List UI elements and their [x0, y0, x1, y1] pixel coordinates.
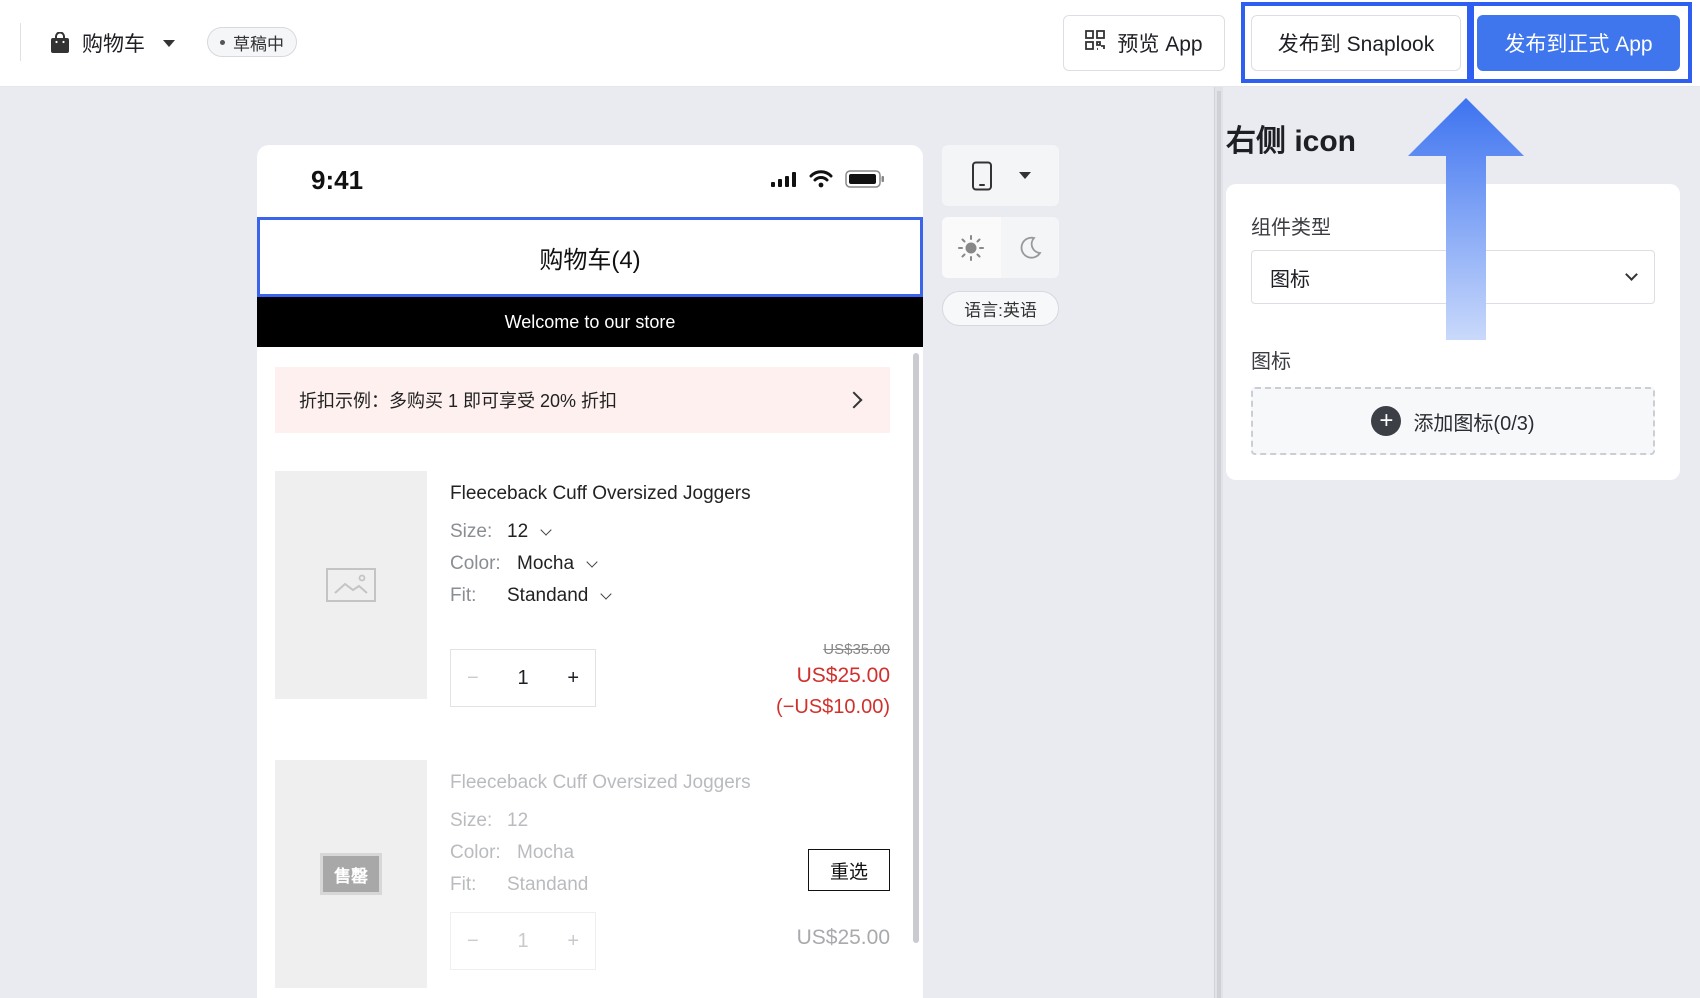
quantity-value: 1	[517, 666, 529, 689]
reselect-button[interactable]: 重选	[808, 849, 890, 891]
fit-label: Fit:	[450, 585, 477, 606]
cart-title: 购物车(4)	[539, 246, 641, 274]
saving-amount: (−US$10.00)	[776, 696, 890, 718]
panel-splitter[interactable]	[1214, 87, 1223, 998]
increase-button: +	[567, 929, 579, 952]
plus-circle-icon: +	[1371, 406, 1402, 436]
announcement-bar: Welcome to our store	[257, 297, 923, 347]
battery-icon	[845, 170, 884, 188]
caret-down-icon	[163, 39, 175, 47]
chevron-right-icon	[845, 391, 863, 409]
image-placeholder-icon	[326, 568, 376, 602]
preview-app-label: 预览 App	[1117, 33, 1203, 56]
original-price: US$35.00	[823, 641, 890, 658]
announcement-text: Welcome to our store	[504, 311, 676, 332]
wifi-icon	[809, 170, 833, 188]
cart-item: 售罄 Fleeceback Cuff Oversized Joggers Siz…	[275, 760, 890, 998]
page-name: 购物车	[82, 33, 145, 56]
fit-value: Standand	[507, 585, 589, 606]
chevron-down-icon	[586, 556, 598, 568]
color-info: Color: Mocha	[450, 842, 574, 864]
header-divider	[20, 23, 21, 61]
fit-label: Fit:	[450, 874, 477, 895]
price: US$25.00	[796, 926, 890, 949]
cart-scroll-area[interactable]: 折扣示例：多购买 1 即可享受 20% 折扣 Fleeceback Cuff O…	[257, 347, 923, 998]
quantity-stepper: − 1 +	[450, 912, 596, 970]
phone-preview: 9:41 购物车(4) Welcome to our store 折扣示例：多购…	[257, 145, 923, 998]
qr-code-icon	[1085, 30, 1106, 56]
status-text: 草稿中	[233, 34, 284, 54]
product-image-placeholder[interactable]: 售罄	[275, 760, 427, 988]
cart-nav-bar[interactable]: 购物车(4)	[257, 217, 923, 297]
cart-item: Fleeceback Cuff Oversized Joggers Size: …	[275, 471, 890, 718]
product-title[interactable]: Fleeceback Cuff Oversized Joggers	[450, 772, 751, 794]
size-label: Size:	[450, 521, 493, 542]
add-icon-button[interactable]: + 添加图标(0/3)	[1251, 387, 1655, 455]
add-icon-label: 添加图标(0/3)	[1413, 412, 1535, 435]
color-value: Mocha	[517, 842, 575, 863]
reselect-label: 重选	[829, 861, 868, 883]
quantity-stepper[interactable]: − 1 +	[450, 649, 596, 707]
color-selector[interactable]: Color: Mocha	[450, 553, 598, 575]
color-label: Color:	[450, 842, 501, 863]
sold-out-badge: 售罄	[320, 853, 382, 895]
icon-field-label: 图标	[1251, 351, 1291, 373]
decrease-button: −	[467, 929, 479, 952]
chevron-down-icon	[540, 524, 552, 536]
chevron-down-icon	[600, 588, 613, 600]
language-selector[interactable]: 语言:英语	[942, 291, 1059, 326]
highlight-box-snaplook	[1241, 2, 1471, 83]
fit-value: Standand	[507, 874, 589, 895]
page-switcher[interactable]: 购物车	[50, 26, 175, 60]
chevron-down-icon	[1625, 268, 1638, 281]
splitter-grip[interactable]	[1217, 91, 1221, 998]
status-badge: 草稿中	[207, 27, 297, 57]
product-title[interactable]: Fleeceback Cuff Oversized Joggers	[450, 483, 751, 505]
decrease-button[interactable]: −	[467, 667, 479, 690]
sale-price: US$25.00	[796, 664, 890, 687]
fit-selector[interactable]: Fit: Standand	[450, 585, 613, 607]
theme-toggle	[942, 217, 1059, 278]
size-label: Size:	[450, 810, 493, 831]
product-image-placeholder[interactable]	[275, 471, 427, 699]
size-value: 12	[507, 521, 529, 542]
signal-icon	[771, 172, 796, 187]
highlight-box-publish	[1470, 2, 1692, 83]
language-label: 语言:英语	[964, 301, 1037, 320]
caret-down-icon	[1018, 172, 1031, 179]
panel-title: 右侧 icon	[1226, 125, 1357, 158]
increase-button[interactable]: +	[567, 667, 579, 690]
color-label: Color:	[450, 553, 501, 574]
mobile-phone-icon	[971, 161, 992, 190]
size-selector[interactable]: Size: 12	[450, 521, 552, 543]
component-type-label: 组件类型	[1251, 217, 1331, 239]
device-switcher[interactable]	[942, 145, 1059, 206]
component-type-value: 图标	[1270, 268, 1310, 291]
status-icons	[771, 170, 885, 188]
discount-banner[interactable]: 折扣示例：多购买 1 即可享受 20% 折扣	[275, 367, 890, 433]
moon-icon	[1020, 236, 1042, 259]
size-info: Size: 12	[450, 810, 528, 832]
quantity-value: 1	[517, 929, 529, 952]
size-value: 12	[507, 810, 529, 831]
scrollbar[interactable]	[913, 353, 919, 943]
light-mode-button[interactable]	[942, 217, 1001, 278]
dark-mode-button[interactable]	[1001, 217, 1060, 278]
preview-app-button[interactable]: 预览 App	[1063, 15, 1225, 71]
discount-text: 折扣示例：多购买 1 即可享受 20% 折扣	[299, 391, 618, 411]
annotation-arrow-up-icon	[1408, 98, 1524, 340]
status-time: 9:41	[311, 165, 364, 195]
sun-icon	[958, 234, 985, 261]
color-value: Mocha	[517, 553, 575, 574]
fit-info: Fit: Standand	[450, 874, 588, 896]
shopping-bag-icon	[50, 32, 70, 54]
status-dot	[220, 39, 225, 45]
phone-status-bar: 9:41	[257, 145, 923, 217]
